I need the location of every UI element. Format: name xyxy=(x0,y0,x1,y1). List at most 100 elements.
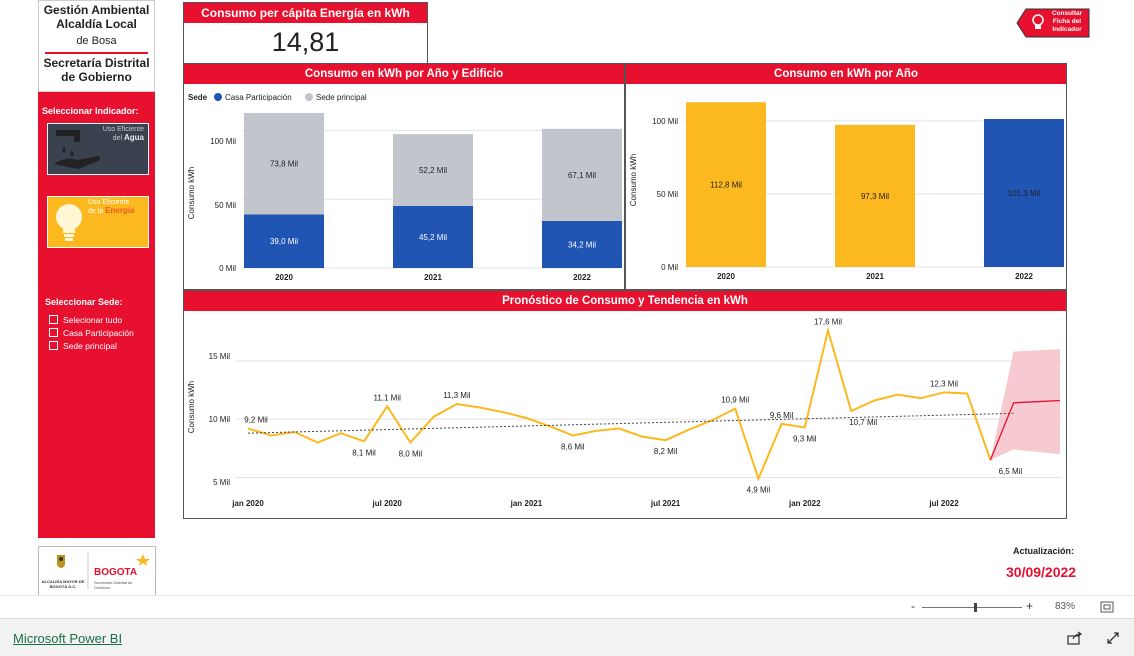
x-tick-label: jul 2021 xyxy=(650,499,681,508)
x-tick-label: jan 2020 xyxy=(231,499,264,508)
powerbi-link[interactable]: Microsoft Power BI xyxy=(13,631,122,646)
checkbox[interactable] xyxy=(49,315,58,324)
logos: ALCALDÍA MAYOR DE BOGOTÁ D.C. BOGOTA Sec… xyxy=(38,546,156,596)
tile-water[interactable]: Uso Eficiente del Agua xyxy=(47,123,149,175)
chart1-ytick-100: 100 Mil xyxy=(210,137,236,146)
x-tick-label: 2021 xyxy=(866,272,884,281)
zoom-slider-track[interactable] xyxy=(922,603,1022,612)
org-line-1: Gestión Ambiental xyxy=(43,3,150,17)
tile-water-line3: Agua xyxy=(124,133,144,142)
point-data-label: 11,1 Mil xyxy=(373,393,401,402)
chart1-title: Consumo en kWh por Año y Edificio xyxy=(184,64,624,84)
point-data-label: 6,5 Mil xyxy=(999,467,1023,476)
bar-data-label: 97,3 Mil xyxy=(861,192,889,201)
x-tick-label: 2021 xyxy=(424,273,442,282)
x-tick-label: 2022 xyxy=(573,273,591,282)
point-data-label: 9,3 Mil xyxy=(793,434,817,443)
share-icon[interactable] xyxy=(1067,631,1083,645)
point-data-label: 8,6 Mil xyxy=(561,443,585,452)
fit-to-page-icon[interactable] xyxy=(1100,601,1114,613)
chart2-ytick-0: 0 Mil xyxy=(661,263,678,272)
update-label: Actualización: xyxy=(1013,546,1075,556)
point-data-label: 9,6 Mil xyxy=(770,411,794,420)
chart3-title: Pronóstico de Consumo y Tendencia en kWh xyxy=(184,291,1066,311)
consult-line-1: Consultar xyxy=(1051,10,1083,17)
org-divider xyxy=(45,52,148,54)
x-tick-label: 2020 xyxy=(275,273,293,282)
point-data-label: 10,7 Mil xyxy=(849,418,877,427)
org-line-4: Secretaría Distrital xyxy=(43,56,150,70)
x-tick-label: 2022 xyxy=(1015,272,1033,281)
tile-energy-line3: Energía xyxy=(105,206,135,215)
sede-option-casa[interactable]: Casa Participación xyxy=(49,326,134,339)
bar-data-label: 39,0 Mil xyxy=(270,237,298,246)
sede-options: Selecionar tudo Casa Participación Sede … xyxy=(49,313,134,352)
trend-line xyxy=(247,412,1014,434)
chart3-svg: Consumo kWh 5 Mil 10 Mil 15 Mil 9,2 Mil 8… xyxy=(187,318,1062,508)
x-tick-label: jan 2022 xyxy=(788,499,821,508)
chart2-ytick-100: 100 Mil xyxy=(652,117,678,126)
select-sede-label: Seleccionar Sede: xyxy=(45,297,123,307)
chart3-ytick-5: 5 Mil xyxy=(213,478,230,487)
checkbox[interactable] xyxy=(49,328,58,337)
point-data-label: 8,0 Mil xyxy=(399,450,423,459)
chart2-ytick-50: 50 Mil xyxy=(657,190,679,199)
zoom-percent: 83% xyxy=(1055,601,1076,612)
zoom-out-button[interactable]: - xyxy=(911,599,915,613)
bar-data-label: 34,2 Mil xyxy=(568,241,596,250)
tile-energy-line2: de la xyxy=(88,208,104,215)
zoom-slider-thumb[interactable] xyxy=(974,603,977,612)
org-line-5: de Gobierno xyxy=(61,70,132,84)
chart-consumo-anio: Consumo en kWh por Año Consumo kWh 0 Mil… xyxy=(625,63,1067,290)
chart1-legend-casa: Casa Participación xyxy=(225,93,292,102)
tile-energy-line1: Uso Eficiente xyxy=(88,199,130,206)
sede-option-label: Selecionar tudo xyxy=(63,314,123,325)
kpi-card: Consumo per cápita Energía en kWh 14,81 xyxy=(183,2,428,64)
chart1-ytick-0: 0 Mil xyxy=(219,264,236,273)
tile-water-line2: del xyxy=(112,135,123,142)
chart1-legend-principal: Sede principal xyxy=(316,93,367,102)
x-tick-label: jul 2020 xyxy=(372,499,403,508)
forecast-band xyxy=(990,349,1060,460)
chart-pronostico: Pronóstico de Consumo y Tendencia en kWh… xyxy=(183,290,1067,519)
sede-option-label: Casa Participación xyxy=(63,327,134,338)
fullscreen-icon[interactable] xyxy=(1106,631,1120,645)
point-data-label: 8,2 Mil xyxy=(654,447,678,456)
x-tick-label: 2020 xyxy=(717,272,735,281)
logo-bogota-text: BOGOTA xyxy=(94,567,138,578)
tile-energy[interactable]: Uso Eficiente de la Energía xyxy=(47,196,149,248)
bar-data-label: 67,1 Mil xyxy=(568,171,596,180)
consult-line-3: Indicador xyxy=(1052,26,1082,33)
point-data-label: 4,9 Mil xyxy=(747,486,771,495)
point-data-label: 9,2 Mil xyxy=(244,416,268,425)
consult-line-2: Ficha del xyxy=(1052,18,1082,25)
chart2-title: Consumo en kWh por Año xyxy=(626,64,1066,84)
point-data-label: 10,9 Mil xyxy=(721,396,749,405)
chart2-ylabel: Consumo kWh xyxy=(629,154,638,206)
chart1-legend-title: Sede xyxy=(188,93,208,102)
select-indicator-label: Seleccionar Indicador: xyxy=(42,106,139,116)
x-tick-label: jul 2022 xyxy=(928,499,959,508)
chart3-ytick-10: 10 Mil xyxy=(209,415,231,424)
bar-data-label: 112,8 Mil xyxy=(710,181,742,190)
logo-bogota-sub: Secretaría Distrital de Gobierno xyxy=(94,580,133,590)
bar-data-label: 45,2 Mil xyxy=(419,233,447,242)
sede-option-principal[interactable]: Sede principal xyxy=(49,339,134,352)
chart1-svg: Sede Casa Participación Sede principal C… xyxy=(187,93,622,282)
point-data-label: 12,3 Mil xyxy=(930,379,958,388)
chart1-ytick-50: 50 Mil xyxy=(215,201,237,210)
bar-data-label: 101,3 Mil xyxy=(1008,189,1041,198)
zoom-in-button[interactable]: + xyxy=(1026,599,1033,613)
bar-data-label: 52,2 Mil xyxy=(419,166,447,175)
consult-indicator-button[interactable]: Consultar Ficha del Indicador xyxy=(1016,8,1090,38)
tile-water-line1: Uso Eficiente xyxy=(102,126,144,133)
chart3-ytick-15: 15 Mil xyxy=(209,352,231,361)
chart-consumo-anio-edificio: Consumo en kWh por Año y Edificio Sede C… xyxy=(183,63,625,290)
zoom-bar: - + 83% xyxy=(0,595,1134,618)
checkbox[interactable] xyxy=(49,341,58,350)
org-line-2: Alcaldía Local xyxy=(56,17,137,31)
logo-left-text: ALCALDÍA MAYOR DE BOGOTÁ D.C. xyxy=(41,579,85,589)
sede-option-all[interactable]: Selecionar tudo xyxy=(49,313,134,326)
kpi-title: Consumo per cápita Energía en kWh xyxy=(184,3,427,23)
chart1-ylabel: Consumo kWh xyxy=(187,167,196,219)
